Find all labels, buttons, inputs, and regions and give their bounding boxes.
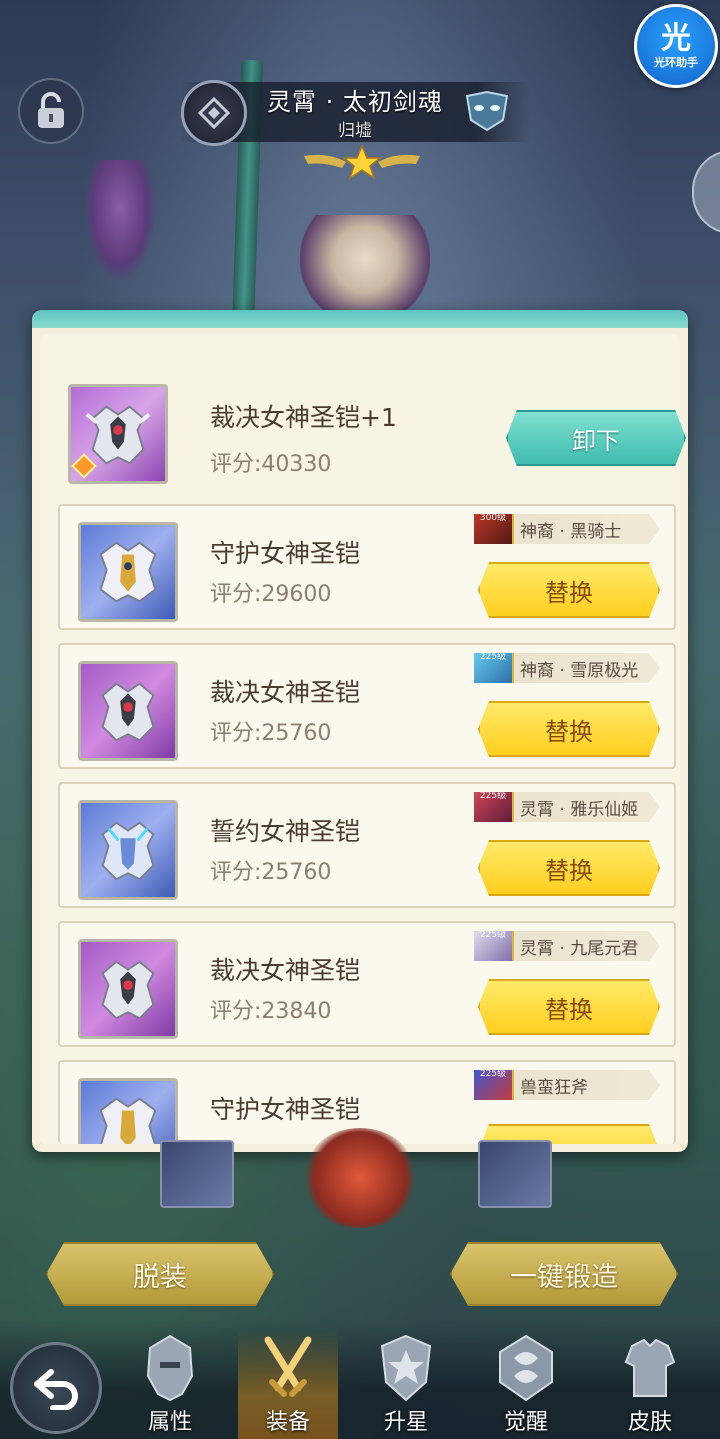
equipment-name: 守护女神圣铠 — [210, 539, 361, 568]
owner-avatar: 225级 — [474, 1069, 514, 1100]
hero-portrait — [300, 215, 430, 325]
owner-avatar: 225级 — [474, 791, 514, 822]
equipment-list-item[interactable]: 裁决女神圣铠 评分:23840 225级 灵霄 · 九尾元君 替换 — [58, 921, 676, 1047]
tab-skin[interactable]: 皮肤 — [600, 1330, 700, 1439]
owner-tag: 300级 神裔 · 黑骑士 — [474, 514, 660, 544]
equipment-score: 评分:25760 — [210, 860, 332, 885]
panel-inner: 裁决女神圣铠+1 评分:40330 卸下 守护女神圣铠 评分:29600 300… — [40, 334, 686, 1144]
class-mask-icon — [460, 86, 514, 136]
panel-top-trim — [32, 310, 688, 328]
judgment-armor-icon — [101, 682, 155, 742]
tab-label: 觉醒 — [503, 1410, 548, 1435]
current-equipment-score: 评分:40330 — [210, 452, 332, 477]
owner-name: 灵霄 · 九尾元君 — [520, 938, 639, 959]
guardian-armor-icon — [99, 1097, 157, 1144]
judgment-armor-icon — [101, 960, 155, 1020]
skin-armor-icon — [624, 1338, 676, 1397]
oath-armor-icon — [101, 821, 155, 881]
tab-star-up[interactable]: 升星 — [356, 1330, 456, 1439]
star-shield-icon — [380, 1334, 432, 1402]
current-equipment-slot[interactable] — [68, 384, 168, 484]
equipment-score: 评分:23840 — [210, 999, 332, 1024]
back-button[interactable] — [10, 1342, 102, 1434]
rank-emblem-icon — [181, 80, 247, 146]
equipment-name: 守护女神圣铠 — [210, 1095, 361, 1124]
replace-button[interactable]: 替换 — [478, 840, 660, 896]
tab-label: 皮肤 — [627, 1410, 672, 1435]
awaken-emblem-icon — [499, 1334, 553, 1402]
one-key-forge-button[interactable]: 一键锻造 — [450, 1242, 678, 1306]
tab-attributes[interactable]: 属性 — [120, 1330, 220, 1439]
helper-logo-icon: 光 — [661, 21, 691, 56]
equipment-slot-background — [160, 1140, 234, 1208]
replace-button[interactable]: 替换 — [478, 701, 660, 757]
replace-button[interactable]: 替换 — [478, 562, 660, 618]
helper-assistant-button[interactable]: 光 光环助手 — [634, 4, 718, 88]
equipment-name: 裁决女神圣铠 — [210, 956, 361, 985]
equipment-slot[interactable] — [78, 939, 178, 1039]
owner-level: 225级 — [479, 791, 507, 801]
tab-label: 属性 — [147, 1410, 192, 1435]
helmet-icon — [146, 1334, 194, 1402]
companion-pet-art — [85, 160, 155, 280]
weapon-slot-background — [302, 1128, 418, 1228]
equipment-name: 誓约女神圣铠 — [210, 817, 361, 846]
tab-awaken[interactable]: 觉醒 — [476, 1330, 576, 1439]
owner-name: 兽蛮狂斧 — [520, 1077, 588, 1098]
owner-avatar: 225级 — [474, 652, 514, 683]
owner-name: 神裔 · 黑骑士 — [520, 521, 622, 542]
owner-tag: 225级 灵霄 · 雅乐仙姬 — [474, 792, 660, 822]
equipment-slot[interactable] — [78, 1078, 178, 1144]
equipment-score: 评分:29600 — [210, 582, 332, 607]
lock-button[interactable] — [18, 78, 84, 144]
star-wings-icon — [304, 144, 420, 180]
owner-level: 300级 — [479, 513, 507, 523]
equipment-slot[interactable] — [78, 522, 178, 622]
owner-level: 225级 — [479, 930, 507, 940]
unequip-all-button[interactable]: 脱装 — [46, 1242, 274, 1306]
equipment-name: 裁决女神圣铠 — [210, 678, 361, 707]
tab-label: 升星 — [383, 1410, 428, 1435]
equipment-list-item[interactable]: 守护女神圣铠 评分:29600 300级 神裔 · 黑骑士 替换 — [58, 504, 676, 630]
equipment-slot[interactable] — [78, 800, 178, 900]
hero-faction: 归墟 — [338, 121, 372, 141]
current-equipment-row: 裁决女神圣铠+1 评分:40330 卸下 — [68, 382, 686, 502]
owner-avatar: 225级 — [474, 930, 514, 961]
equipment-list-item[interactable]: 裁决女神圣铠 评分:25760 225级 神裔 · 雪原极光 替换 — [58, 643, 676, 769]
owner-level: 225级 — [479, 652, 507, 662]
replace-button[interactable]: 替换 — [478, 979, 660, 1035]
crossed-swords-icon — [264, 1336, 312, 1397]
owner-tag: 225级 灵霄 · 九尾元君 — [474, 931, 660, 961]
tab-label: 装备 — [265, 1410, 310, 1435]
owner-name: 灵霄 · 雅乐仙姬 — [520, 799, 639, 820]
equipment-list-item[interactable]: 誓约女神圣铠 评分:25760 225级 灵霄 · 雅乐仙姬 替换 — [58, 782, 676, 908]
owner-name: 神裔 · 雪原极光 — [520, 660, 639, 681]
owner-avatar: 300级 — [474, 513, 514, 544]
equipment-slot-background — [478, 1140, 552, 1208]
back-arrow-icon — [34, 1369, 78, 1410]
hero-name: 灵霄 · 太初剑魂 — [267, 88, 443, 116]
lock-icon — [38, 92, 64, 128]
unequip-button[interactable]: 卸下 — [506, 410, 686, 466]
current-equipment-name: 裁决女神圣铠+1 — [210, 403, 397, 432]
equipment-select-panel: 裁决女神圣铠+1 评分:40330 卸下 守护女神圣铠 评分:29600 300… — [32, 310, 688, 1152]
helper-label: 光环助手 — [654, 56, 698, 69]
equipment-slot[interactable] — [78, 661, 178, 761]
tab-equipment[interactable]: 装备 — [238, 1330, 338, 1439]
owner-level: 225级 — [479, 1069, 507, 1079]
equipment-score: 评分:25760 — [210, 721, 332, 746]
guardian-armor-icon — [99, 541, 157, 603]
owner-tag: 225级 神裔 · 雪原极光 — [474, 653, 660, 683]
owner-tag: 225级 兽蛮狂斧 — [474, 1070, 660, 1100]
